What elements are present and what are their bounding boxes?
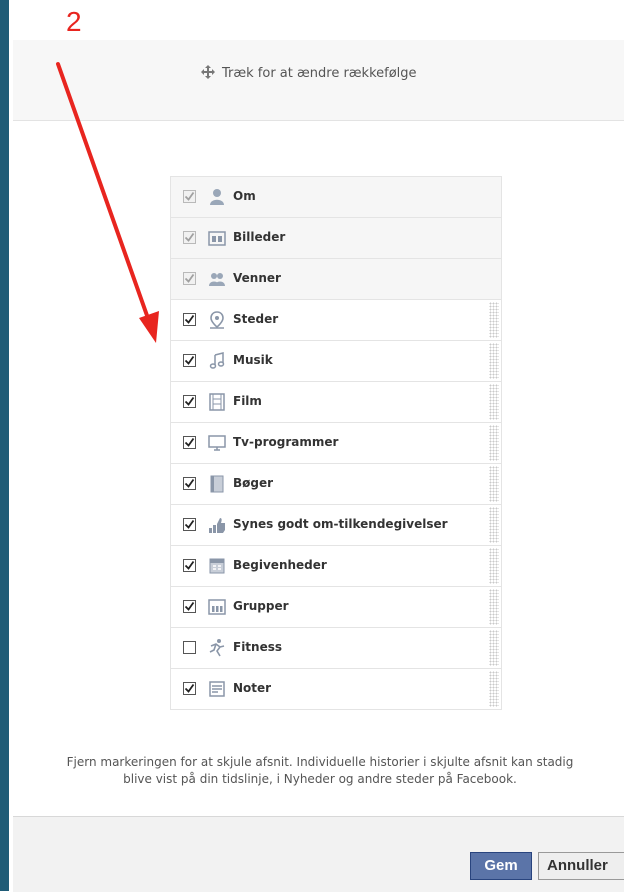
section-label: Noter (233, 681, 272, 695)
section-row-grupper[interactable]: Grupper (171, 587, 501, 628)
footnote: Fjern markeringen for at skjule afsnit. … (0, 754, 624, 788)
footnote-line-1: Fjern markeringen for at skjule afsnit. … (66, 755, 574, 769)
section-label: Bøger (233, 476, 274, 490)
drag-handle[interactable] (489, 466, 499, 502)
map-pin-icon (207, 310, 227, 330)
section-label: Om (233, 189, 256, 203)
film-icon (207, 392, 227, 412)
section-checkbox (183, 231, 196, 244)
section-label: Grupper (233, 599, 289, 613)
section-row-fitness[interactable]: Fitness (171, 628, 501, 669)
drag-handle[interactable] (489, 384, 499, 420)
annotation-step-number: 2 (66, 6, 82, 37)
section-label: Musik (233, 353, 273, 367)
section-label: Billeder (233, 230, 286, 244)
section-label: Tv-programmer (233, 435, 339, 449)
section-row-venner: Venner (171, 259, 501, 300)
section-label: Film (233, 394, 262, 408)
tv-icon (207, 433, 227, 453)
section-row-noter[interactable]: Noter (171, 669, 501, 710)
notes-icon (207, 679, 227, 699)
drag-handle[interactable] (489, 302, 499, 338)
photos-icon (207, 228, 227, 248)
section-checkbox[interactable] (183, 354, 196, 367)
drag-handle[interactable] (489, 548, 499, 584)
section-checkbox (183, 272, 196, 285)
groups-icon (207, 597, 227, 617)
section-checkbox[interactable] (183, 395, 196, 408)
footnote-line-2: blive vist på din tidslinje, i Nyheder o… (123, 772, 517, 786)
section-row-steder[interactable]: Steder (171, 300, 501, 341)
section-checkbox[interactable] (183, 518, 196, 531)
section-checkbox[interactable] (183, 600, 196, 613)
section-label: Fitness (233, 640, 283, 654)
section-row-synes-godt-om-tilkendegivelser[interactable]: Synes godt om-tilkendegivelser (171, 505, 501, 546)
section-checkbox[interactable] (183, 641, 196, 654)
drag-handle[interactable] (489, 343, 499, 379)
section-row-bøger[interactable]: Bøger (171, 464, 501, 505)
section-checkbox[interactable] (183, 477, 196, 490)
drag-handle[interactable] (489, 425, 499, 461)
timeline-sections-list: Om Billeder Venner Steder Musik Film Tv-progra… (170, 176, 502, 710)
runner-icon (207, 638, 227, 658)
section-label: Venner (233, 271, 281, 285)
music-note-icon (207, 351, 227, 371)
friends-icon (207, 269, 227, 289)
save-button[interactable]: Gem (470, 852, 532, 880)
drag-handle[interactable] (489, 671, 499, 707)
section-row-begivenheder[interactable]: Begivenheder (171, 546, 501, 587)
drag-hint-text: Træk for at ændre rækkefølge (222, 66, 417, 81)
cancel-button[interactable]: Annuller (538, 852, 624, 880)
section-row-musik[interactable]: Musik (171, 341, 501, 382)
section-row-billeder: Billeder (171, 218, 501, 259)
section-checkbox[interactable] (183, 313, 196, 326)
drag-handle[interactable] (489, 507, 499, 543)
drag-handle[interactable] (489, 630, 499, 666)
section-label: Begivenheder (233, 558, 327, 572)
section-row-om: Om (171, 177, 501, 218)
section-checkbox[interactable] (183, 682, 196, 695)
move-arrows-icon (200, 64, 216, 84)
drag-hint: Træk for at ændre rækkefølge (200, 64, 417, 84)
section-checkbox[interactable] (183, 436, 196, 449)
dialog-footer (13, 816, 624, 892)
section-row-tv-programmer[interactable]: Tv-programmer (171, 423, 501, 464)
book-icon (207, 474, 227, 494)
calendar-icon (207, 556, 227, 576)
drag-handle[interactable] (489, 589, 499, 625)
section-label: Synes godt om-tilkendegivelser (233, 517, 448, 531)
section-checkbox (183, 190, 196, 203)
section-checkbox[interactable] (183, 559, 196, 572)
section-label: Steder (233, 312, 279, 326)
thumbs-up-icon (207, 515, 227, 535)
section-row-film[interactable]: Film (171, 382, 501, 423)
person-icon (207, 187, 227, 207)
